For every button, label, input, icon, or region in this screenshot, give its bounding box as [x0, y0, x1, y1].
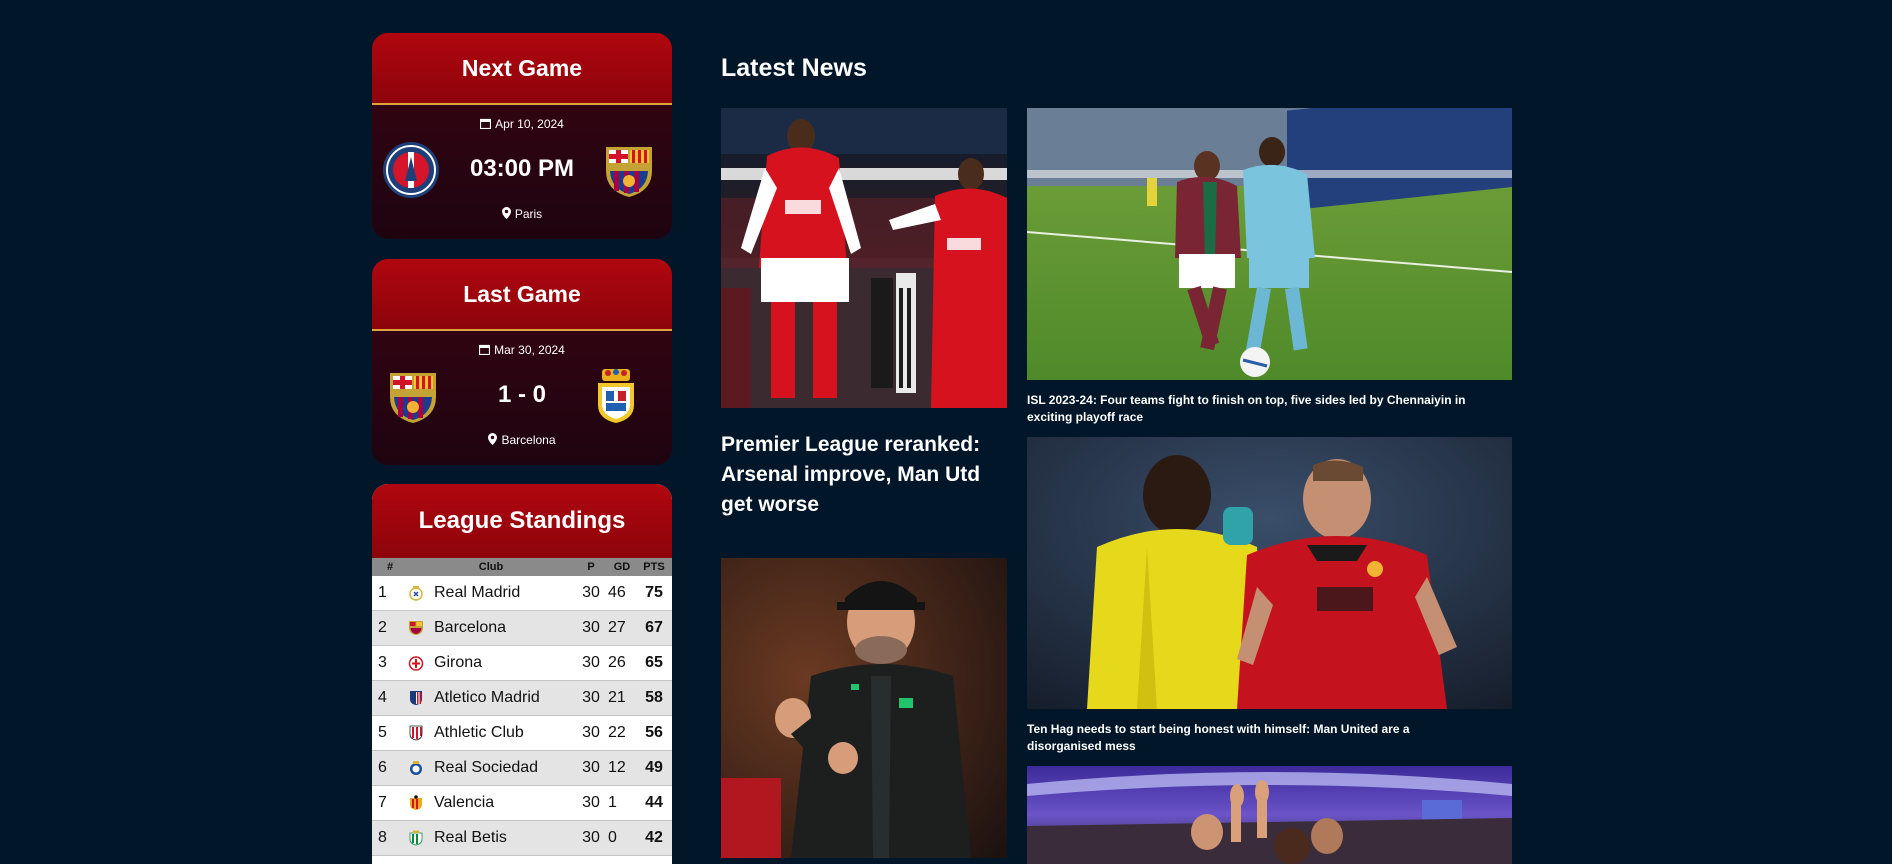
table-row[interactable]: 8 Real Betis 30 0 42 — [372, 820, 672, 856]
column-header: PTS — [636, 558, 672, 576]
standings-table: # Club P GD PTS 1 Real Madrid 30 46 75 2… — [372, 558, 672, 856]
standings-title: League Standings — [372, 484, 672, 558]
club-name: Barcelona — [434, 610, 574, 646]
table-row[interactable]: 7 Valencia 30 1 44 — [372, 785, 672, 821]
club-name: Girona — [434, 645, 574, 681]
table-row[interactable]: 2 Barcelona 30 27 67 — [372, 610, 672, 646]
table-row[interactable]: 4 Atletico Madrid 30 21 58 — [372, 680, 672, 716]
last-game-card[interactable]: Last Game Mar 30, 2024 1 - 0 Barcelona — [372, 259, 672, 465]
table-row[interactable]: 6 Real Sociedad 30 12 49 — [372, 750, 672, 786]
page: Next Game Apr 10, 2024 03:00 PM Paris La… — [0, 0, 1892, 864]
girona-crest-icon — [408, 655, 424, 671]
league-standings-card: League Standings # Club P GD PTS 1 Real … — [372, 484, 672, 864]
real-betis-crest-icon — [408, 830, 424, 846]
valencia-crest-icon — [408, 794, 424, 811]
real-sociedad-crest-icon — [408, 760, 424, 776]
column-header: Club — [408, 558, 574, 576]
last-game-title: Last Game — [372, 259, 672, 331]
real-madrid-crest-icon — [408, 585, 424, 601]
table-row[interactable]: 1 Real Madrid 30 46 75 — [372, 576, 672, 611]
club-name: Real Madrid — [434, 576, 574, 611]
last-game-date: Mar 30, 2024 — [494, 343, 565, 357]
las-palmas-crest-icon — [594, 367, 652, 425]
column-header: P — [574, 558, 608, 576]
athletic-club-crest-icon — [408, 725, 424, 741]
column-header: # — [372, 558, 408, 576]
barcelona-crest-icon — [408, 620, 424, 636]
club-name: Valencia — [434, 785, 574, 821]
table-row[interactable]: 5 Athletic Club 30 22 56 — [372, 715, 672, 751]
calendar-icon — [480, 118, 492, 132]
column-header: GD — [608, 558, 636, 576]
next-game-date: Apr 10, 2024 — [495, 117, 564, 131]
news-image[interactable] — [1027, 437, 1512, 709]
next-game-title: Next Game — [372, 33, 672, 105]
news-caption[interactable]: Ten Hag needs to start being honest with… — [1027, 721, 1477, 755]
club-name: Real Betis — [434, 820, 574, 856]
featured-news-headline[interactable]: Premier League reranked: Arsenal improve… — [721, 430, 1011, 520]
last-game-location: Barcelona — [501, 433, 556, 447]
atletico-madrid-crest-icon — [408, 690, 424, 706]
club-name: Atletico Madrid — [434, 680, 574, 716]
table-row[interactable]: 3 Girona 30 26 65 — [372, 645, 672, 681]
club-name: Real Sociedad — [434, 750, 574, 786]
club-name: Athletic Club — [434, 715, 574, 751]
news-section-title: Latest News — [721, 54, 867, 82]
next-game-card[interactable]: Next Game Apr 10, 2024 03:00 PM Paris — [372, 33, 672, 239]
map-pin-icon — [488, 433, 498, 448]
barcelona-crest-icon — [600, 141, 658, 199]
news-image[interactable] — [1027, 766, 1512, 864]
next-game-location: Paris — [514, 207, 543, 221]
news-image[interactable] — [1027, 108, 1512, 380]
featured-news-image[interactable] — [721, 108, 1007, 408]
news-image[interactable] — [721, 558, 1007, 858]
news-caption[interactable]: ISL 2023-24: Four teams fight to finish … — [1027, 392, 1477, 426]
map-pin-icon — [501, 207, 511, 222]
calendar-icon — [479, 344, 491, 358]
